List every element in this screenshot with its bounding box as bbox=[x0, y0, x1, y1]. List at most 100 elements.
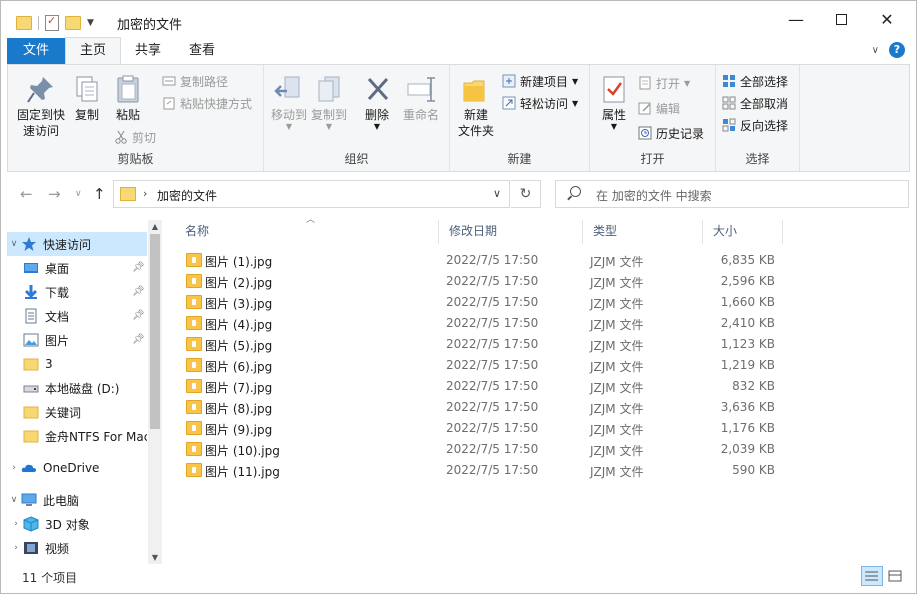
tab-home[interactable]: 主页 bbox=[65, 37, 122, 64]
select-all-icon bbox=[722, 74, 736, 88]
chevron-right-icon[interactable]: › bbox=[9, 543, 23, 553]
new-item-button[interactable]: 新建项目 ▼ bbox=[502, 71, 578, 91]
file-name: 图片 (9).jpg bbox=[205, 423, 273, 437]
chevron-right-icon[interactable]: › bbox=[143, 187, 147, 200]
column-header-name[interactable]: 名称 bbox=[175, 220, 439, 244]
file-name: 图片 (10).jpg bbox=[205, 444, 280, 458]
edit-label: 编辑 bbox=[656, 101, 681, 116]
scroll-down-icon[interactable]: ▼ bbox=[148, 553, 162, 562]
properties-icon[interactable] bbox=[45, 14, 59, 31]
scrollbar-thumb[interactable] bbox=[150, 234, 160, 429]
chevron-right-icon[interactable]: › bbox=[9, 519, 23, 529]
chevron-down-icon[interactable]: ∨ bbox=[7, 495, 21, 505]
new-folder-icon[interactable] bbox=[65, 16, 81, 30]
rename-button[interactable]: 重命名 bbox=[400, 73, 442, 123]
address-path[interactable]: 加密的文件 bbox=[157, 187, 217, 204]
open-button[interactable]: 打开 ▼ bbox=[638, 73, 690, 93]
table-row[interactable]: 图片 (4).jpg 2022/7/5 17:50 JZJM 文件 2,410 KB bbox=[175, 313, 910, 334]
select-all-button[interactable]: 全部选择 bbox=[722, 71, 788, 91]
table-row[interactable]: 图片 (11).jpg 2022/7/5 17:50 JZJM 文件 590 KB bbox=[175, 460, 910, 481]
edit-button[interactable]: 编辑 bbox=[638, 98, 680, 118]
nav-local-disk-d[interactable]: 本地磁盘 (D:) bbox=[7, 376, 147, 400]
nav-documents[interactable]: 文档 bbox=[7, 304, 147, 328]
maximize-button[interactable] bbox=[818, 0, 864, 38]
forward-arrow-icon[interactable]: → bbox=[48, 185, 61, 203]
file-name: 图片 (11).jpg bbox=[205, 465, 280, 479]
help-icon[interactable]: ? bbox=[889, 42, 905, 58]
copy-button[interactable]: 复制 bbox=[70, 73, 104, 123]
move-to-button[interactable]: 移动到 ▼ bbox=[270, 73, 308, 131]
minimize-button[interactable]: — bbox=[773, 0, 819, 38]
properties-button[interactable]: 属性 ▼ bbox=[596, 73, 632, 131]
tab-share[interactable]: 共享 bbox=[121, 38, 175, 64]
pin-quick-access-button[interactable]: 固定到快 速访问 bbox=[12, 73, 70, 139]
table-row[interactable]: 图片 (9).jpg 2022/7/5 17:50 JZJM 文件 1,176 KB bbox=[175, 418, 910, 439]
document-icon bbox=[23, 308, 39, 324]
nav-quick-access[interactable]: ∨ 快速访问 bbox=[7, 232, 147, 256]
paste-button[interactable]: 粘贴 bbox=[110, 73, 146, 123]
refresh-icon: ↻ bbox=[519, 186, 532, 202]
history-button[interactable]: 历史记录 bbox=[638, 123, 704, 143]
nav-keywords[interactable]: 关键词 bbox=[7, 400, 147, 424]
details-view-button[interactable] bbox=[861, 566, 883, 586]
nav-onedrive[interactable]: › OneDrive bbox=[7, 456, 147, 480]
open-group: 属性 ▼ 打开 ▼ 编辑 历史记录 打开 bbox=[590, 65, 716, 171]
nav-videos[interactable]: › 视频 bbox=[7, 536, 147, 560]
address-bar[interactable]: › 加密的文件 ∨ bbox=[113, 180, 510, 208]
copy-path-button[interactable]: 复制路径 bbox=[162, 71, 228, 91]
nav-folder-3[interactable]: 3 bbox=[7, 352, 147, 376]
easy-access-button[interactable]: 轻松访问 ▼ bbox=[502, 93, 578, 113]
nav-jinzhou-ntfs[interactable]: 金舟NTFS For Mac bbox=[7, 424, 147, 448]
table-row[interactable]: 图片 (8).jpg 2022/7/5 17:50 JZJM 文件 3,636 KB bbox=[175, 397, 910, 418]
tab-file[interactable]: 文件 bbox=[7, 38, 66, 64]
table-row[interactable]: 图片 (3).jpg 2022/7/5 17:50 JZJM 文件 1,660 KB bbox=[175, 292, 910, 313]
nav-desktop[interactable]: 桌面 bbox=[7, 256, 147, 280]
pin-icon[interactable]: 📌︎ bbox=[132, 262, 145, 273]
tab-view[interactable]: 查看 bbox=[175, 38, 229, 64]
delete-button[interactable]: 删除 ▼ bbox=[362, 73, 392, 131]
copy-to-button[interactable]: 复制到 ▼ bbox=[310, 73, 348, 131]
chevron-down-icon[interactable]: ▼ bbox=[87, 18, 94, 28]
table-row[interactable]: 图片 (2).jpg 2022/7/5 17:50 JZJM 文件 2,596 KB bbox=[175, 271, 910, 292]
select-none-button[interactable]: 全部取消 bbox=[722, 93, 788, 113]
file-name: 图片 (5).jpg bbox=[205, 339, 273, 353]
cut-button[interactable]: 剪切 bbox=[114, 127, 156, 147]
table-row[interactable]: 图片 (7).jpg 2022/7/5 17:50 JZJM 文件 832 KB bbox=[175, 376, 910, 397]
invert-selection-button[interactable]: 反向选择 bbox=[722, 115, 788, 135]
chevron-down-icon[interactable]: ∨ bbox=[872, 45, 879, 56]
nav-downloads[interactable]: 下载 bbox=[7, 280, 147, 304]
table-row[interactable]: 图片 (5).jpg 2022/7/5 17:50 JZJM 文件 1,123 KB bbox=[175, 334, 910, 355]
table-row[interactable]: 图片 (6).jpg 2022/7/5 17:50 JZJM 文件 1,219 KB bbox=[175, 355, 910, 376]
column-header-size[interactable]: 大小 bbox=[703, 220, 783, 244]
column-header-date[interactable]: 修改日期 bbox=[439, 220, 583, 244]
refresh-button[interactable]: ↻ bbox=[511, 180, 541, 208]
back-arrow-icon[interactable]: ← bbox=[20, 185, 33, 203]
recent-locations-chevron-icon[interactable]: ∨ bbox=[75, 189, 82, 199]
file-date: 2022/7/5 17:50 bbox=[446, 400, 539, 414]
large-icons-view-button[interactable] bbox=[884, 566, 906, 586]
navigation-scrollbar[interactable]: ▲ ▼ bbox=[148, 220, 162, 564]
table-row[interactable]: 图片 (1).jpg 2022/7/5 17:50 JZJM 文件 6,835 KB bbox=[175, 250, 910, 271]
chevron-down-icon[interactable]: ∨ bbox=[7, 239, 21, 249]
paste-shortcut-button[interactable]: 粘贴快捷方式 bbox=[162, 93, 252, 113]
nav-pictures-label: 图片 bbox=[45, 333, 70, 348]
file-name: 图片 (8).jpg bbox=[205, 402, 273, 416]
up-arrow-icon[interactable]: ↑ bbox=[93, 185, 106, 203]
chevron-down-icon[interactable]: ∨ bbox=[493, 187, 501, 200]
pin-icon[interactable]: 📌︎ bbox=[132, 334, 145, 345]
pin-icon[interactable]: 📌︎ bbox=[132, 286, 145, 297]
table-row[interactable]: 图片 (10).jpg 2022/7/5 17:50 JZJM 文件 2,039 KB bbox=[175, 439, 910, 460]
new-folder-button[interactable]: 新建 文件夹 bbox=[454, 73, 498, 139]
nav-3d-objects[interactable]: › 3D 对象 bbox=[7, 512, 147, 536]
desktop-icon bbox=[23, 260, 39, 276]
copy-to-icon bbox=[313, 73, 345, 105]
column-header-type[interactable]: 类型 bbox=[583, 220, 703, 244]
nav-this-pc[interactable]: ∨ 此电脑 bbox=[7, 488, 147, 512]
close-button[interactable]: ✕ bbox=[864, 0, 910, 38]
nav-videos-label: 视频 bbox=[45, 541, 70, 556]
scroll-up-icon[interactable]: ▲ bbox=[148, 222, 162, 231]
pin-icon[interactable]: 📌︎ bbox=[132, 310, 145, 321]
chevron-right-icon[interactable]: › bbox=[7, 463, 21, 473]
search-input[interactable]: 在 加密的文件 中搜索 bbox=[555, 180, 909, 208]
nav-pictures[interactable]: 图片 bbox=[7, 328, 147, 352]
